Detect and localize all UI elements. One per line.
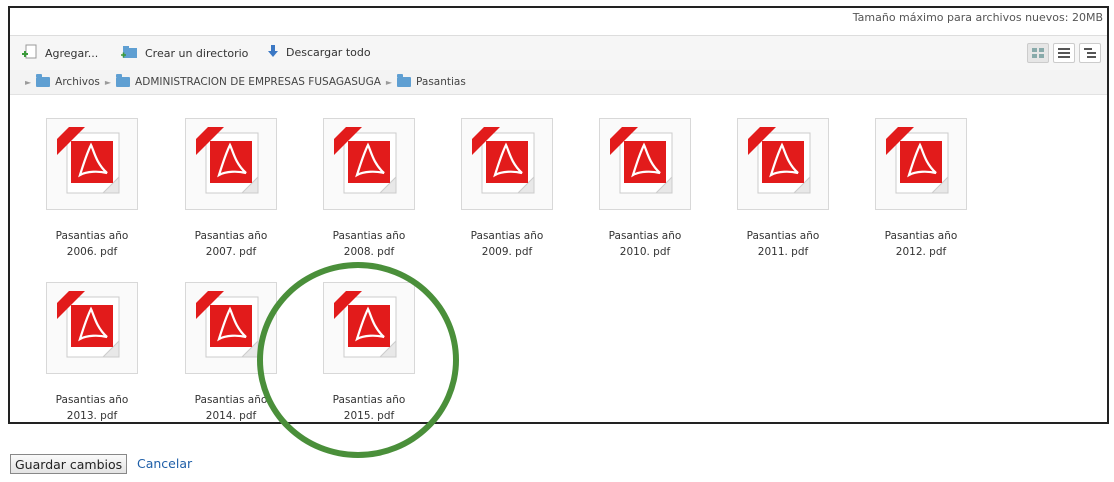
pdf-file-icon <box>461 118 553 210</box>
tree-view-button[interactable] <box>1079 43 1101 63</box>
file-name-line2: 2014. pdf <box>205 410 257 422</box>
file-name-line1: Pasantias año <box>332 394 406 406</box>
list-view-button[interactable] <box>1053 43 1075 63</box>
save-changes-button[interactable]: Guardar cambios <box>10 454 128 474</box>
breadcrumb-label: Pasantias <box>416 76 466 88</box>
file-name-line2: 2008. pdf <box>343 246 395 258</box>
file-item[interactable]: Pasantias año 2009. pdf <box>452 118 562 260</box>
create-directory-button[interactable]: Crear un directorio <box>120 44 248 63</box>
add-button[interactable]: Agregar... <box>20 44 98 63</box>
breadcrumb-item-archivos[interactable]: Archivos <box>36 74 100 88</box>
breadcrumb-item-pasantias[interactable]: Pasantias <box>397 74 466 88</box>
file-name-line1: Pasantias año <box>55 230 129 242</box>
file-name: Pasantias año 2008. pdf <box>314 228 424 260</box>
pdf-file-icon <box>185 282 277 374</box>
file-name: Pasantias año 2009. pdf <box>452 228 562 260</box>
file-name-line1: Pasantias año <box>194 394 268 406</box>
create-directory-label: Crear un directorio <box>145 47 249 60</box>
file-name-line2: 2015. pdf <box>343 410 395 422</box>
toolbar: Agregar... Crear un directorio Descargar… <box>10 35 1107 71</box>
file-item[interactable]: Pasantias año 2006. pdf <box>37 118 147 260</box>
pdf-file-icon <box>875 118 967 210</box>
file-name-line1: Pasantias año <box>332 230 406 242</box>
file-name: Pasantias año 2006. pdf <box>37 228 147 260</box>
breadcrumb-arrow-icon: ► <box>104 77 112 87</box>
folder-icon <box>36 74 51 87</box>
file-item[interactable]: Pasantias año 2015. pdf <box>314 282 424 422</box>
tree-icon <box>1084 48 1096 58</box>
file-name-line2: 2006. pdf <box>66 246 118 258</box>
pdf-file-icon <box>46 118 138 210</box>
download-all-button[interactable]: Descargar todo <box>267 44 371 61</box>
file-name-line2: 2010. pdf <box>619 246 671 258</box>
file-name: Pasantias año 2011. pdf <box>728 228 838 260</box>
pdf-file-icon <box>46 282 138 374</box>
file-item[interactable]: Pasantias año 2012. pdf <box>866 118 976 260</box>
file-name-line2: 2007. pdf <box>205 246 257 258</box>
file-item[interactable]: Pasantias año 2013. pdf <box>37 282 147 422</box>
file-name: Pasantias año 2015. pdf <box>314 392 424 422</box>
file-name-line2: 2013. pdf <box>66 410 118 422</box>
file-name-line2: 2011. pdf <box>757 246 809 258</box>
pdf-file-icon <box>323 282 415 374</box>
breadcrumb-arrow-icon: ► <box>25 77 32 87</box>
add-file-icon <box>20 44 38 63</box>
pdf-file-icon <box>737 118 829 210</box>
file-name: Pasantias año 2012. pdf <box>866 228 976 260</box>
form-footer: Guardar cambios Cancelar <box>0 426 1114 482</box>
folder-icon <box>397 74 412 87</box>
file-name: Pasantias año 2007. pdf <box>176 228 286 260</box>
file-name-line1: Pasantias año <box>55 394 129 406</box>
add-label: Agregar... <box>45 47 99 60</box>
cancel-link[interactable]: Cancelar <box>137 456 192 471</box>
grid-icon <box>1032 48 1044 58</box>
file-name: Pasantias año 2013. pdf <box>37 392 147 422</box>
file-name-line1: Pasantias año <box>470 230 544 242</box>
new-folder-icon <box>120 44 138 63</box>
download-all-label: Descargar todo <box>286 46 371 59</box>
breadcrumb-label: ADMINISTRACION DE EMPRESAS FUSAGASUGA <box>135 76 381 88</box>
file-name: Pasantias año 2010. pdf <box>590 228 700 260</box>
file-name-line1: Pasantias año <box>746 230 820 242</box>
file-item[interactable]: Pasantias año 2010. pdf <box>590 118 700 260</box>
pdf-file-icon <box>185 118 277 210</box>
file-name-line1: Pasantias año <box>608 230 682 242</box>
file-name-line2: 2012. pdf <box>895 246 947 258</box>
file-name: Pasantias año 2014. pdf <box>176 392 286 422</box>
file-item[interactable]: Pasantias año 2008. pdf <box>314 118 424 260</box>
file-name-line2: 2009. pdf <box>481 246 533 258</box>
view-switcher <box>1027 43 1101 63</box>
file-name-line1: Pasantias año <box>194 230 268 242</box>
list-icon <box>1058 48 1070 58</box>
breadcrumb-label: Archivos <box>55 76 100 88</box>
file-item[interactable]: Pasantias año 2011. pdf <box>728 118 838 260</box>
breadcrumb-item-administracion[interactable]: ADMINISTRACION DE EMPRESAS FUSAGASUGA <box>116 74 381 88</box>
icon-view-button[interactable] <box>1027 43 1049 63</box>
pdf-file-icon <box>323 118 415 210</box>
breadcrumb-arrow-icon: ► <box>385 77 393 87</box>
pdf-file-icon <box>599 118 691 210</box>
file-item[interactable]: Pasantias año 2007. pdf <box>176 118 286 260</box>
file-name-line1: Pasantias año <box>884 230 958 242</box>
file-item[interactable]: Pasantias año 2014. pdf <box>176 282 286 422</box>
breadcrumb: ► Archivos ► ADMINISTRACION DE EMPRESAS … <box>10 70 1107 95</box>
folder-icon <box>116 74 131 87</box>
download-icon <box>267 44 279 61</box>
file-manager: Tamaño máximo para archivos nuevos: 20MB… <box>8 6 1109 424</box>
max-size-label: Tamaño máximo para archivos nuevos: 20MB <box>852 11 1103 24</box>
